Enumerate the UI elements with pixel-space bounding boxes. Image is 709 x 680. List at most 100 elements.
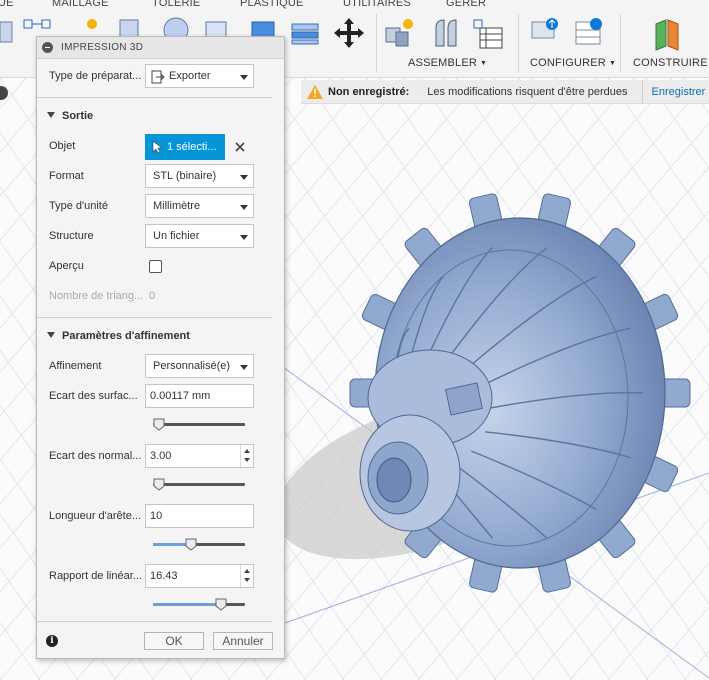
- type-select-value: Exporter: [169, 70, 211, 82]
- group-assembler[interactable]: ASSEMBLER ▼: [408, 57, 487, 69]
- new-component-icon[interactable]: [384, 16, 418, 52]
- triangle-count-value: 0: [149, 290, 156, 302]
- cancel-button[interactable]: Annuler: [213, 632, 273, 650]
- unit-label: Type d'unité: [49, 200, 108, 212]
- configure-icon[interactable]: [530, 16, 564, 52]
- move-icon[interactable]: [332, 16, 366, 52]
- edge-length-input[interactable]: 10: [145, 504, 254, 528]
- unsaved-banner: Non enregistré: Les modifications risque…: [301, 79, 709, 104]
- unit-select[interactable]: Millimètre: [145, 194, 254, 218]
- surface-deviation-input[interactable]: 0.00117 mm: [145, 384, 254, 408]
- structure-select-value: Un fichier: [153, 230, 200, 242]
- joint-icon[interactable]: [430, 16, 464, 52]
- tab-maillage[interactable]: MAILLAGE: [52, 0, 109, 9]
- banner-title: Non enregistré:: [328, 85, 410, 98]
- object-select-button[interactable]: 1 sélecti...: [145, 134, 225, 160]
- refinement-label: Affinement: [49, 360, 102, 372]
- slider-thumb[interactable]: [153, 418, 165, 431]
- spin-up-icon[interactable]: [244, 569, 250, 573]
- tab-gerer[interactable]: GÉRER: [446, 0, 486, 9]
- table-icon[interactable]: [472, 16, 506, 52]
- tab-utilitaires[interactable]: UTILITAIRES: [343, 0, 411, 9]
- spinner[interactable]: [240, 565, 253, 587]
- refinement-select-value: Personnalisé(e): [153, 360, 231, 372]
- slider-thumb[interactable]: [215, 598, 227, 611]
- banner-divider: [641, 79, 643, 104]
- chevron-down-icon: [240, 365, 248, 370]
- edge-length-slider[interactable]: [153, 538, 245, 552]
- refinement-select[interactable]: Personnalisé(e): [145, 354, 254, 378]
- spin-down-icon[interactable]: [244, 458, 250, 462]
- preview-label: Aperçu: [49, 260, 84, 272]
- caret-down-icon: ▼: [608, 60, 617, 67]
- normal-deviation-input[interactable]: 3.00: [145, 444, 254, 468]
- format-select-value: STL (binaire): [153, 170, 217, 182]
- normal-deviation-slider[interactable]: [153, 478, 245, 492]
- triangle-count-label: Nombre de triang...: [49, 290, 144, 302]
- slider-track: [153, 423, 245, 426]
- format-label: Format: [49, 170, 84, 182]
- edge-length-label: Longueur d'arête...: [49, 510, 142, 522]
- preview-checkbox[interactable]: [149, 260, 162, 273]
- ok-button[interactable]: OK: [144, 632, 204, 650]
- surface-deviation-slider[interactable]: [153, 418, 245, 432]
- toolbar-separator: [518, 14, 519, 72]
- slider-thumb[interactable]: [153, 478, 165, 491]
- slider-thumb[interactable]: [185, 538, 197, 551]
- save-link[interactable]: Enregistrer: [652, 86, 706, 98]
- spin-up-icon[interactable]: [244, 449, 250, 453]
- chevron-down-icon: [240, 205, 248, 210]
- slider-fill: [153, 603, 221, 606]
- toolbar-separator: [376, 14, 377, 72]
- normal-deviation-value: 3.00: [150, 450, 172, 462]
- group-configurer-label: CONFIGURER: [530, 57, 606, 69]
- group-configurer[interactable]: CONFIGURER ▼: [530, 57, 616, 69]
- group-assembler-label: ASSEMBLER: [408, 57, 478, 69]
- clear-selection-icon[interactable]: [234, 141, 246, 153]
- structure-label: Structure: [49, 230, 94, 242]
- object-select-label: 1 sélecti...: [167, 141, 217, 153]
- tab-tolerie[interactable]: TÔLERIE: [152, 0, 200, 9]
- section-sortie[interactable]: Sortie: [47, 110, 93, 122]
- divider: [37, 621, 272, 622]
- tab-plastique[interactable]: PLASTIQUE: [240, 0, 304, 9]
- aspect-ratio-value: 16.43: [150, 570, 178, 582]
- aspect-ratio-label: Rapport de linéar...: [49, 570, 142, 582]
- section-sortie-label: Sortie: [62, 110, 94, 122]
- spinner[interactable]: [240, 445, 253, 467]
- section-parametres-label: Paramètres d'affinement: [62, 330, 190, 342]
- type-label: Type de préparat...: [49, 70, 142, 82]
- group-construire-label: CONSTRUIRE: [633, 57, 708, 69]
- type-select[interactable]: Exporter: [145, 64, 254, 88]
- collapse-dialog-icon[interactable]: [42, 42, 53, 53]
- warning-icon: [307, 84, 323, 99]
- unit-select-value: Millimètre: [153, 200, 201, 212]
- export-icon: [151, 70, 165, 84]
- aspect-ratio-input[interactable]: 16.43: [145, 564, 254, 588]
- configure-table-icon[interactable]: [574, 16, 608, 52]
- edge-length-value: 10: [150, 510, 163, 522]
- info-icon[interactable]: i: [46, 635, 58, 647]
- group-construire[interactable]: CONSTRUIRE▼: [633, 57, 709, 69]
- divider: [37, 97, 272, 98]
- cursor-icon: [152, 140, 162, 154]
- surface-deviation-label: Ecart des surfac...: [49, 390, 138, 402]
- slider-track: [153, 483, 245, 486]
- chevron-down-icon: [240, 175, 248, 180]
- aspect-ratio-slider[interactable]: [153, 598, 245, 612]
- surface-deviation-value: 0.00117 mm: [150, 390, 211, 402]
- spin-down-icon[interactable]: [244, 578, 250, 582]
- toolbar-separator: [620, 14, 621, 72]
- tab-ue[interactable]: UE: [0, 0, 14, 9]
- dialog-header[interactable]: IMPRESSION 3D: [37, 37, 284, 59]
- structure-select[interactable]: Un fichier: [145, 224, 254, 248]
- format-select[interactable]: STL (binaire): [145, 164, 254, 188]
- layers-icon[interactable]: [290, 16, 324, 52]
- construct-plane-icon[interactable]: [652, 16, 686, 52]
- banner-message: Les modifications risquent d'être perdue…: [427, 85, 628, 98]
- chevron-down-icon: [240, 75, 248, 80]
- print-3d-dialog: IMPRESSION 3D Type de préparat... Export…: [36, 36, 285, 659]
- section-parametres[interactable]: Paramètres d'affinement: [47, 330, 190, 342]
- section-toggle-icon: [47, 332, 55, 338]
- objet-label: Objet: [49, 140, 76, 152]
